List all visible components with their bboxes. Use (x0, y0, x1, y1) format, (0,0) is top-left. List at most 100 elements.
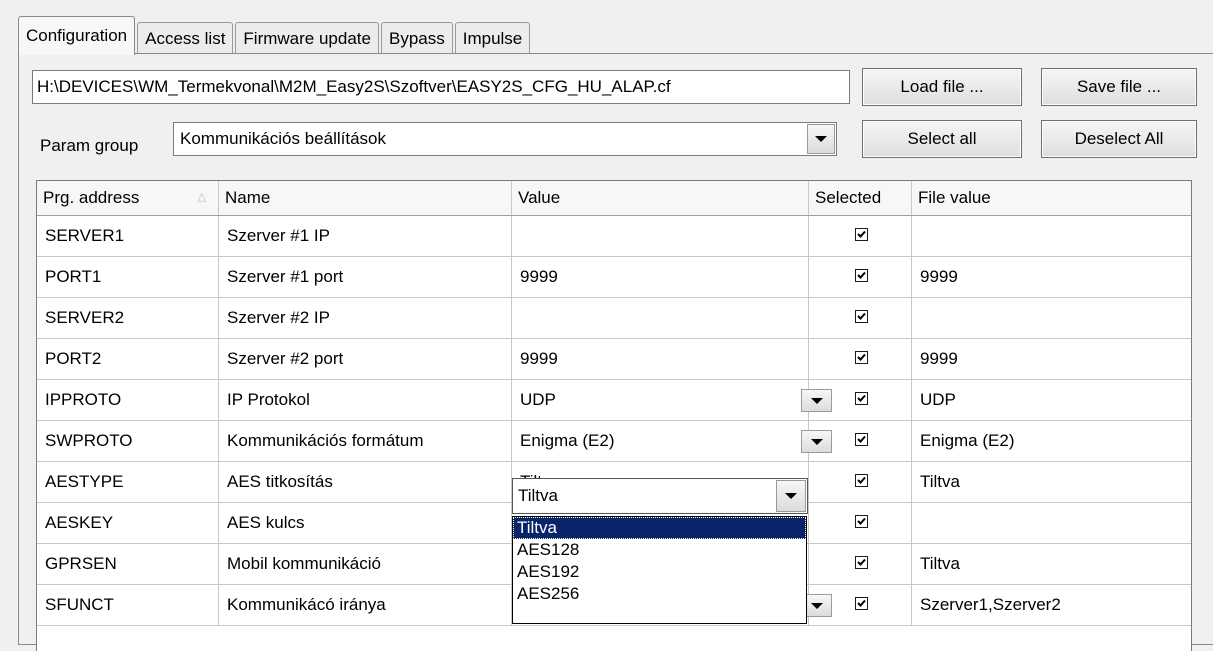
cell-name-text: Mobil kommunikáció (227, 554, 381, 573)
param-group-label: Param group (40, 136, 139, 155)
cell-prg-address: AESKEY (37, 503, 219, 544)
dropdown-option[interactable]: AES128 (513, 539, 806, 561)
cell-value-text: Enigma (E2) (520, 431, 615, 450)
checkmark-icon (857, 599, 866, 607)
cell-prg-address-text: SERVER1 (45, 226, 125, 245)
chevron-down-icon (815, 136, 827, 142)
tab-strip: Configuration Access list Firmware updat… (18, 11, 532, 55)
checkmark-icon (857, 435, 866, 443)
cell-file-value-text: 9999 (920, 267, 958, 286)
cell-value[interactable]: 9999 (512, 339, 809, 380)
table-row[interactable]: SERVER2 Szerver #2 IP (37, 298, 1191, 339)
cell-file-value-text: Tiltva (920, 472, 960, 491)
load-file-button[interactable]: Load file ... (862, 68, 1022, 106)
selected-checkbox[interactable] (855, 269, 868, 282)
cell-value[interactable] (512, 216, 809, 257)
cell-name: Szerver #1 IP (219, 216, 512, 257)
table-row[interactable]: PORT2 Szerver #2 port 9999 9999 (37, 339, 1191, 380)
cell-file-value-text: 9999 (920, 349, 958, 368)
value-editor-dropdown-button[interactable] (776, 480, 806, 512)
cell-file-value: Tiltva (912, 544, 1191, 585)
column-header-selected[interactable]: Selected (809, 181, 912, 215)
cell-prg-address-text: PORT2 (45, 349, 102, 368)
deselect-all-button[interactable]: Deselect All (1041, 120, 1197, 158)
dropdown-option[interactable]: AES192 (513, 561, 806, 583)
column-header-file-value[interactable]: File value (912, 181, 1191, 215)
table-row[interactable]: SERVER1 Szerver #1 IP (37, 216, 1191, 257)
selected-checkbox[interactable] (855, 515, 868, 528)
cell-prg-address: PORT2 (37, 339, 219, 380)
table-row[interactable]: IPPROTO IP Protokol UDP UDP (37, 380, 1191, 421)
value-editor-combo[interactable]: Tiltva (512, 478, 808, 514)
value-editor-text: Tiltva (518, 486, 558, 505)
cell-prg-address-text: GPRSEN (45, 554, 117, 573)
cell-value[interactable]: Enigma (E2) (512, 421, 809, 462)
dropdown-option[interactable]: Tiltva (513, 517, 806, 539)
param-group-dropdown-button[interactable] (807, 124, 835, 154)
column-header-name[interactable]: Name (219, 181, 512, 215)
select-all-button[interactable]: Select all (862, 120, 1022, 158)
file-path-input[interactable]: H:\DEVICES\WM_Termekvonal\M2M_Easy2S\Szo… (32, 70, 850, 104)
checkmark-icon (857, 517, 866, 525)
param-group-select[interactable]: Kommunikációs beállítások (173, 122, 837, 156)
selected-checkbox[interactable] (855, 351, 868, 364)
tab-configuration[interactable]: Configuration (18, 16, 136, 55)
cell-file-value (912, 216, 1191, 257)
tab-impulse[interactable]: Impulse (454, 22, 531, 54)
cell-prg-address-text: SWPROTO (45, 431, 133, 450)
tab-firmware-update[interactable]: Firmware update (235, 22, 379, 54)
table-header: Prg. address △ Name Value Selected File … (37, 181, 1191, 216)
cell-file-value (912, 298, 1191, 339)
cell-name: Mobil kommunikáció (219, 544, 512, 585)
selected-checkbox[interactable] (855, 433, 868, 446)
cell-prg-address: SERVER1 (37, 216, 219, 257)
cell-name-text: Szerver #2 port (227, 349, 344, 368)
save-file-button[interactable]: Save file ... (1041, 68, 1197, 106)
table-row[interactable]: PORT1 Szerver #1 port 9999 9999 (37, 257, 1191, 298)
selected-checkbox[interactable] (855, 474, 868, 487)
cell-value[interactable]: 9999 (512, 257, 809, 298)
cell-file-value (912, 503, 1191, 544)
cell-prg-address: SERVER2 (37, 298, 219, 339)
chevron-down-icon (810, 438, 823, 445)
column-header-value[interactable]: Value (512, 181, 809, 215)
cell-file-value-text: Tiltva (920, 554, 960, 573)
selected-checkbox[interactable] (855, 597, 868, 610)
cell-value-text: 9999 (520, 349, 558, 368)
cell-value-text: UDP (520, 390, 556, 409)
table-row[interactable]: SWPROTO Kommunikációs formátum Enigma (E2)… (37, 421, 1191, 462)
cell-prg-address-text: SERVER2 (45, 308, 125, 327)
cell-value[interactable]: UDP (512, 380, 809, 421)
dropdown-option[interactable]: AES256 (513, 583, 806, 605)
column-header-prg-address[interactable]: Prg. address △ (37, 181, 219, 215)
selected-checkbox[interactable] (855, 228, 868, 241)
selected-checkbox[interactable] (855, 556, 868, 569)
tab-access-list[interactable]: Access list (137, 22, 234, 54)
cell-selected (809, 503, 912, 544)
cell-value[interactable] (512, 298, 809, 339)
cell-name: Szerver #2 IP (219, 298, 512, 339)
cell-selected (809, 544, 912, 585)
chevron-down-icon (810, 397, 823, 404)
cell-name: Szerver #2 port (219, 339, 512, 380)
cell-selected (809, 216, 912, 257)
value-dropdown-button[interactable] (801, 389, 832, 412)
checkmark-icon (857, 312, 866, 320)
cell-value-text: 9999 (520, 267, 558, 286)
cell-prg-address: AESTYPE (37, 462, 219, 503)
selected-checkbox[interactable] (855, 392, 868, 405)
selected-checkbox[interactable] (855, 310, 868, 323)
cell-prg-address: SWPROTO (37, 421, 219, 462)
tab-bypass[interactable]: Bypass (380, 22, 453, 54)
value-dropdown-list: Tiltva AES128 AES192 AES256 (512, 516, 807, 624)
cell-name: AES titkosítás (219, 462, 512, 503)
cell-prg-address: SFUNCT (37, 585, 219, 626)
param-group-value: Kommunikációs beállítások (180, 129, 386, 148)
cell-name-text: Kommunikácó iránya (227, 595, 386, 614)
value-dropdown-button[interactable] (801, 430, 832, 453)
cell-prg-address-text: AESKEY (45, 513, 114, 532)
cell-prg-address: PORT1 (37, 257, 219, 298)
cell-file-value: 9999 (912, 339, 1191, 380)
cell-name: Kommunikácó iránya (219, 585, 512, 626)
cell-file-value: 9999 (912, 257, 1191, 298)
